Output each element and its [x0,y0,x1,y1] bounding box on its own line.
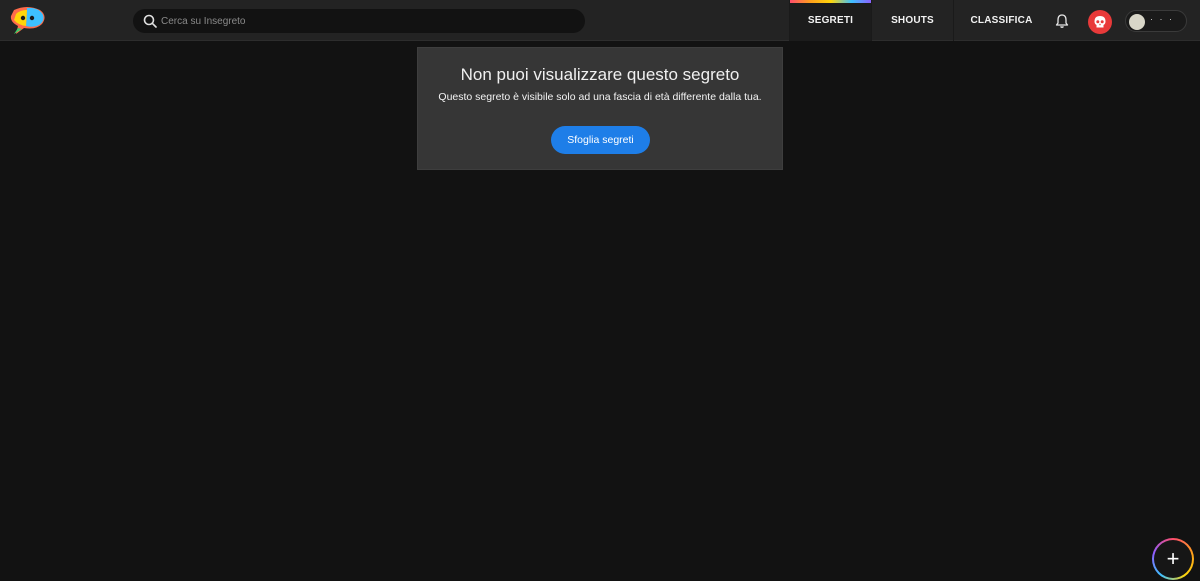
tab-label: CLASSIFICA [970,15,1033,26]
avatar[interactable] [1088,10,1112,34]
plus-icon: + [1154,540,1192,578]
tab-shouts[interactable]: SHOUTS [871,0,953,41]
browse-secrets-button[interactable]: Sfoglia segreti [551,126,650,154]
tab-label: SEGRETI [807,15,854,26]
search-bar[interactable] [133,9,585,33]
tab-label: SHOUTS [891,15,934,26]
new-secret-button[interactable]: + [1152,538,1194,580]
active-tab-indicator [790,0,872,3]
search-input[interactable] [161,9,561,33]
restricted-secret-notice: Non puoi visualizzare questo segreto Que… [417,47,783,170]
skull-icon [1094,16,1106,28]
notice-title: Non puoi visualizzare questo segreto [460,65,740,84]
tab-classifica[interactable]: CLASSIFICA [953,0,1049,41]
search-icon [143,14,157,28]
speech-bubble-logo-icon[interactable] [8,6,46,36]
notice-message: Questo segreto è visibile solo ad una fa… [438,91,762,103]
top-navigation-bar: SEGRETI SHOUTS CLASSIFICA · · · [0,0,1200,41]
tab-segreti[interactable]: SEGRETI [789,0,872,41]
profile-picture [1129,14,1145,30]
bell-icon[interactable] [1054,13,1070,29]
profile-decoration: · · · [1150,14,1174,24]
profile-menu[interactable]: · · · [1125,10,1187,32]
